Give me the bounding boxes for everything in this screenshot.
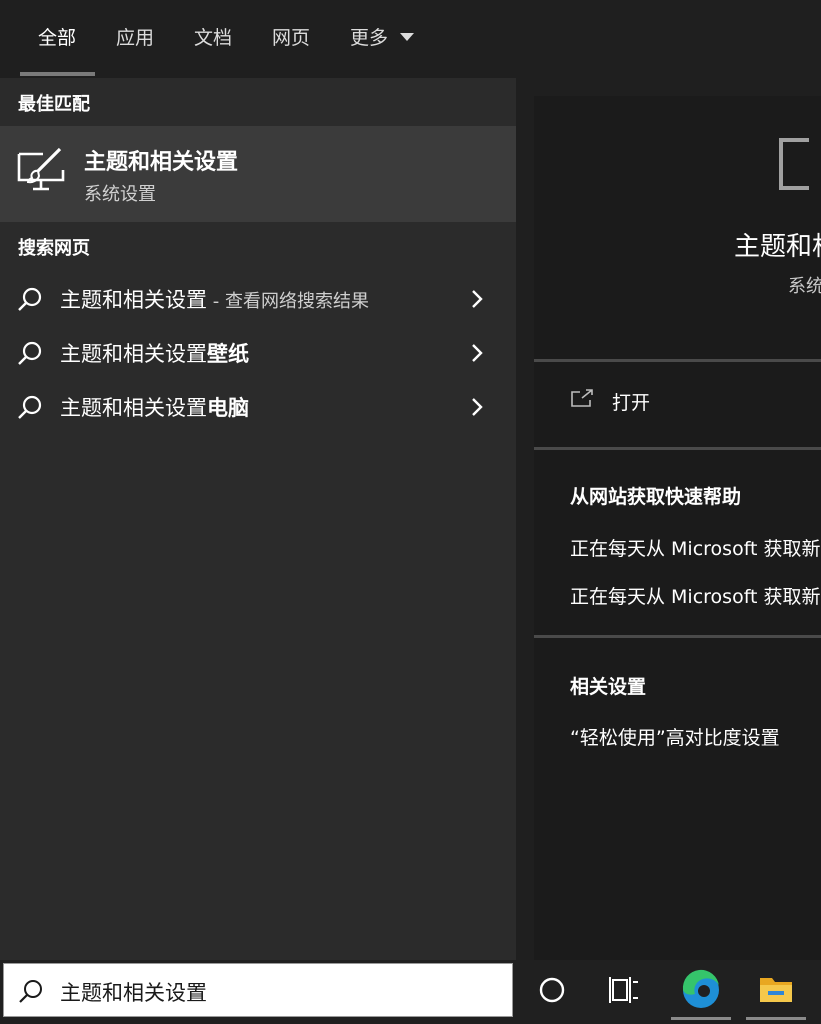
taskbar [0,960,821,1020]
web-result-query: 主题和相关设置 [60,396,207,420]
open-external-icon [571,389,593,407]
cortana-button[interactable] [522,960,582,1020]
tab-documents[interactable]: 文档 [194,22,232,54]
web-result-item[interactable]: 主题和相关设置 - 查看网络搜索结果 [0,272,516,326]
taskbar-search-box[interactable] [3,963,513,1017]
chevron-right-icon[interactable] [468,342,486,364]
web-result-text: 主题和相关设置壁纸 [60,338,249,368]
search-icon [19,980,42,1003]
web-result-item[interactable]: 主题和相关设置壁纸 [0,326,516,380]
open-label: 打开 [612,392,651,414]
preview-clip: 主题和相关设置 系统设置 打开 从网站获取快速帮助 正在每天从 Microsof… [516,78,821,960]
chevron-right-icon[interactable] [468,396,486,418]
divider [534,635,821,638]
divider [534,359,821,362]
personalization-brush-icon [17,147,65,191]
edge-button[interactable] [671,960,731,1020]
search-filter-tabs: 全部 应用 文档 网页 更多 [0,0,821,78]
results-panel: 最佳匹配 主题和相关设置 系统设置 搜索网页 主题和相关设置 - 查看网络搜索结… [0,78,516,960]
cortana-icon [539,977,565,1003]
preview-subtitle: 系统设置 [788,276,821,297]
web-search-heading: 搜索网页 [18,238,90,259]
web-result-query: 主题和相关设置 [60,288,207,312]
tab-web[interactable]: 网页 [272,22,310,54]
web-result-item[interactable]: 主题和相关设置电脑 [0,380,516,434]
best-match-result[interactable]: 主题和相关设置 系统设置 [0,126,516,222]
help-link[interactable]: 正在每天从 Microsoft 获取新 [570,582,821,609]
file-explorer-button[interactable] [746,960,806,1020]
edge-icon [682,969,719,1008]
preview-panel: 主题和相关设置 系统设置 打开 从网站获取快速帮助 正在每天从 Microsof… [516,78,821,960]
tab-all[interactable]: 全部 [38,22,76,54]
related-setting-link[interactable]: “轻松使用”高对比度设置 [570,723,780,750]
open-action[interactable]: 打开 [534,372,821,432]
web-result-hint: - 查看网络搜索结果 [207,291,369,312]
related-settings-heading: 相关设置 [570,676,647,698]
best-match-heading: 最佳匹配 [18,94,90,115]
tab-apps[interactable]: 应用 [116,22,154,54]
help-heading: 从网站获取快速帮助 [570,486,742,508]
preview-title: 主题和相关设置 [734,232,821,262]
web-result-text: 主题和相关设置电脑 [60,392,249,422]
search-icon [18,341,42,365]
search-icon [18,287,42,311]
search-icon [18,395,42,419]
active-tab-indicator [20,72,95,76]
best-match-title: 主题和相关设置 [84,150,239,175]
tab-more[interactable]: 更多 [350,22,388,54]
divider [534,447,821,450]
search-input[interactable] [58,974,502,1010]
chevron-down-icon[interactable] [400,33,414,41]
web-result-text: 主题和相关设置 - 查看网络搜索结果 [60,284,369,314]
help-link[interactable]: 正在每天从 Microsoft 获取新 [570,534,821,561]
task-view-icon [609,977,638,1003]
web-result-suffix: 壁纸 [207,342,249,366]
chevron-right-icon[interactable] [468,288,486,310]
settings-app-icon [779,138,809,190]
web-result-query: 主题和相关设置 [60,342,207,366]
web-result-suffix: 电脑 [207,396,249,420]
best-match-subtitle: 系统设置 [84,184,156,205]
task-view-button[interactable] [594,960,654,1020]
file-explorer-icon [760,978,792,1002]
